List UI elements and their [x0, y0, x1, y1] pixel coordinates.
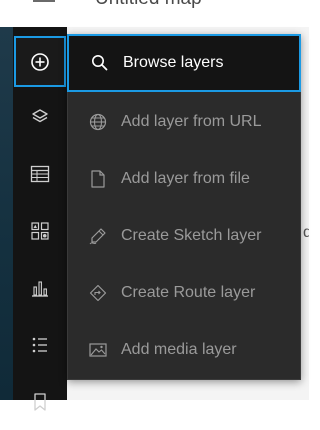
menu-item-add-layer-from-file[interactable]: Add layer from file: [68, 150, 300, 207]
bookmark-icon: [34, 392, 46, 411]
menu-item-label: Create Route layer: [121, 283, 256, 301]
list-button[interactable]: [13, 316, 67, 373]
menu-item-label: Add media layer: [121, 340, 237, 358]
file-icon: [91, 169, 105, 188]
globe-icon: [89, 113, 107, 130]
menu-item-label: Add layer from file: [121, 169, 250, 187]
obscured-text: d: [303, 224, 309, 241]
image-icon: [89, 342, 107, 357]
menu-item-browse-layers[interactable]: Browse layers: [67, 34, 301, 92]
map-edge: [0, 27, 13, 400]
vertical-toolbar: [13, 27, 67, 411]
route-icon: [89, 284, 107, 301]
menu-item-add-media-layer[interactable]: Add media layer: [68, 321, 300, 378]
app-header: Untitled map: [0, 0, 309, 27]
add-layer-menu: Browse layers Add layer from URL Add lay…: [67, 34, 301, 380]
menu-item-label: Browse layers: [123, 54, 224, 71]
legend-icon: [31, 221, 49, 240]
table-button[interactable]: [13, 145, 67, 202]
search-icon: [92, 55, 108, 71]
legend-button[interactable]: [13, 202, 67, 259]
add-button[interactable]: [14, 36, 66, 87]
menu-item-add-layer-from-url[interactable]: Add layer from URL: [68, 93, 300, 150]
layers-button[interactable]: [13, 88, 67, 145]
bookmarks-button[interactable]: [13, 373, 67, 430]
menu-item-label: Create Sketch layer: [121, 226, 262, 244]
layers-icon: [32, 108, 48, 122]
menu-item-create-route-layer[interactable]: Create Route layer: [68, 264, 300, 321]
plus-circle-icon: [31, 52, 49, 71]
pencil-icon: [89, 227, 106, 244]
menu-item-label: Add layer from URL: [121, 112, 262, 130]
table-icon: [30, 165, 50, 182]
map-title: Untitled map: [95, 0, 202, 10]
menu-hamburger-icon[interactable]: [33, 0, 55, 14]
list-icon: [32, 337, 47, 352]
menu-item-create-sketch-layer[interactable]: Create Sketch layer: [68, 207, 300, 264]
bar-chart-icon: [32, 280, 48, 297]
charts-button[interactable]: [13, 259, 67, 316]
